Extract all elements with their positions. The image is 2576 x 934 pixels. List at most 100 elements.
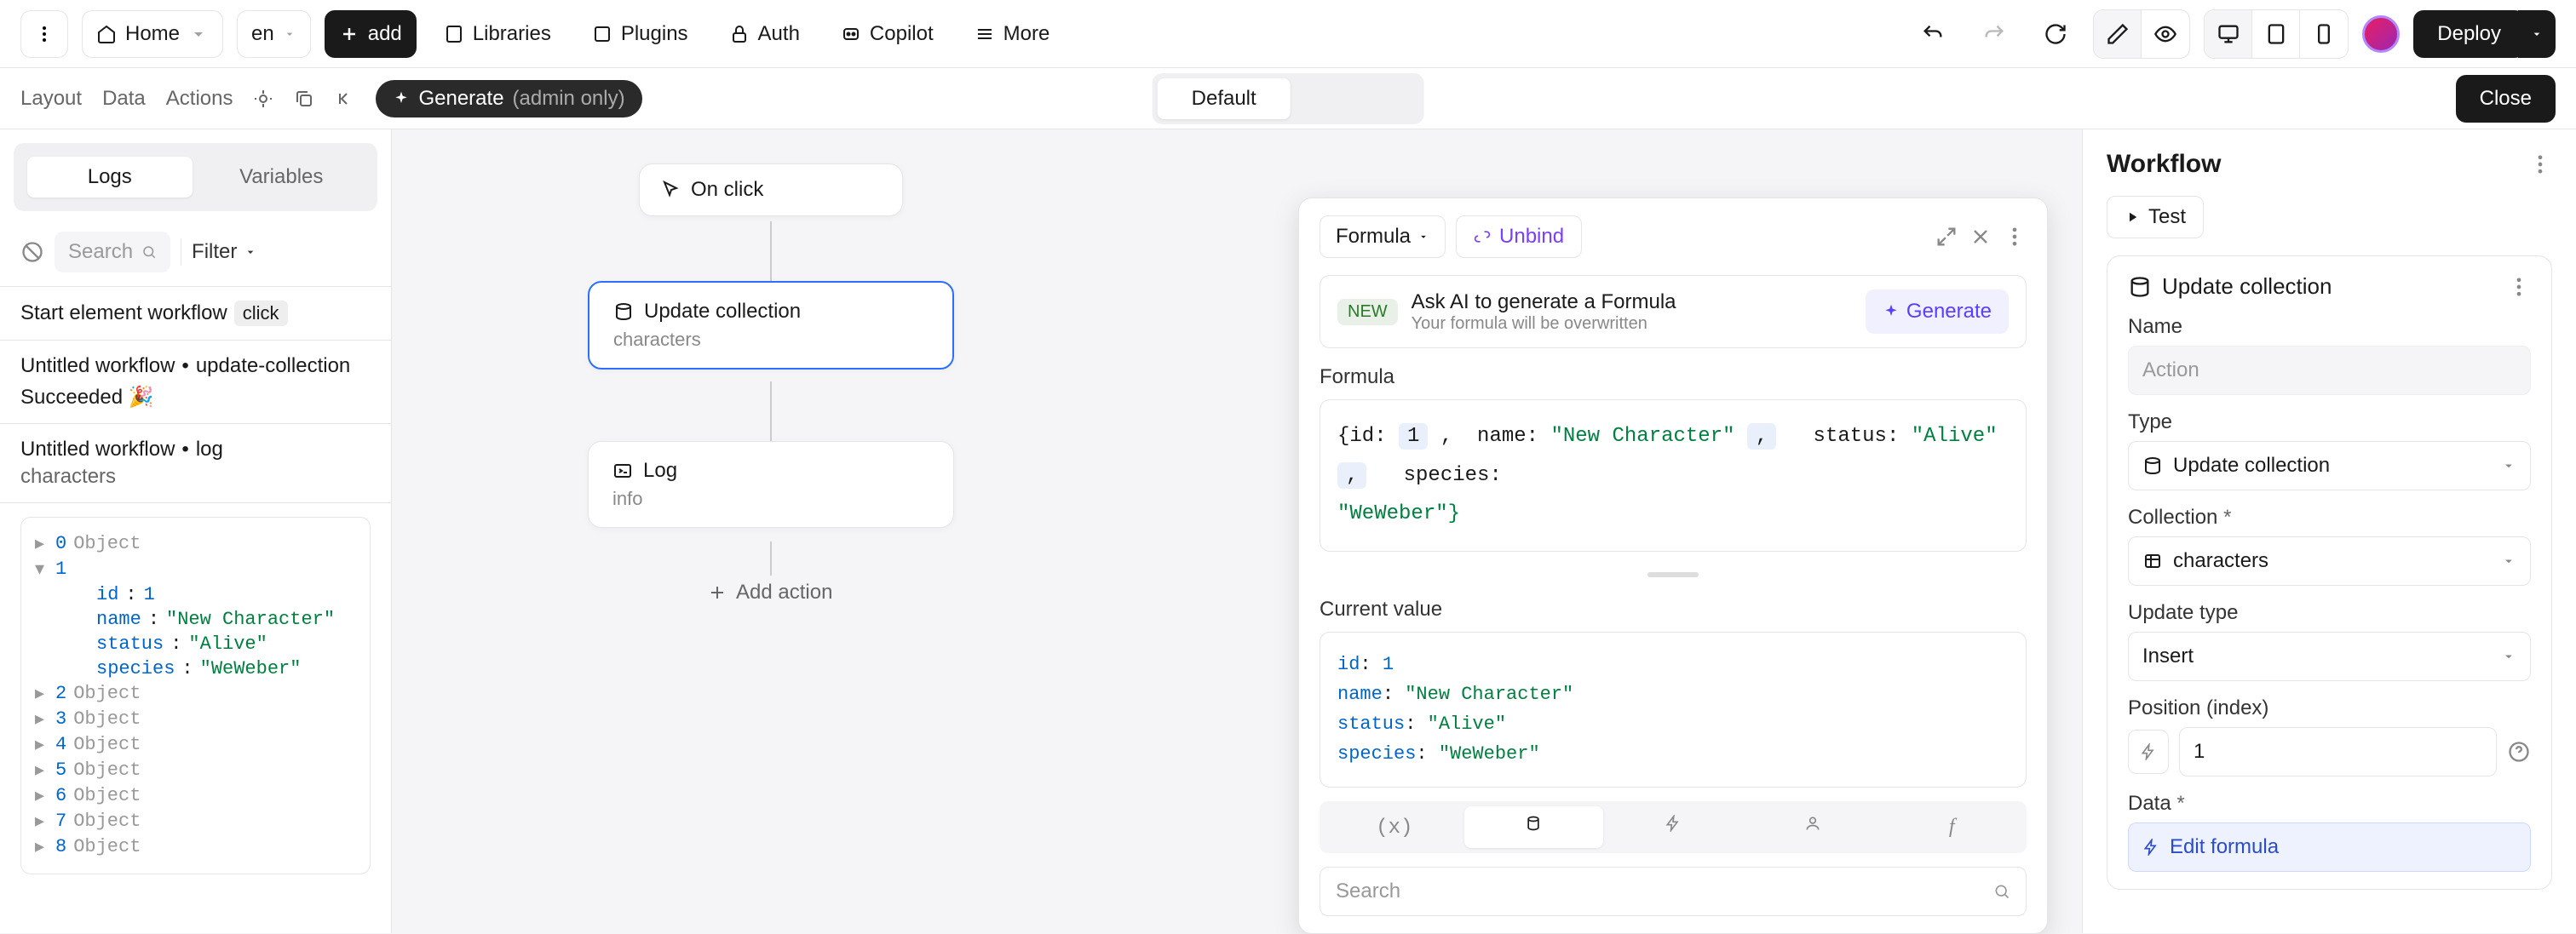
desktop-button[interactable] [2205, 10, 2252, 58]
node-log[interactable]: Log info [588, 441, 954, 528]
resize-handle[interactable] [1647, 572, 1699, 577]
close-button[interactable]: Close [2456, 75, 2556, 123]
new-badge: NEW [1337, 299, 1398, 325]
tab-actions[interactable]: Actions [166, 87, 233, 111]
copilot-button[interactable]: Copilot [827, 10, 947, 58]
current-value-box: id: 1 name: "New Character" status: "Ali… [1320, 632, 2027, 788]
popup-search-input[interactable]: Search [1320, 867, 2027, 916]
home-button[interactable]: Home [82, 10, 223, 58]
avatar[interactable] [2362, 15, 2400, 53]
tab-function[interactable]: f [1882, 806, 2021, 848]
edit-mode-button[interactable] [2094, 10, 2142, 58]
generate-button[interactable]: Generate [1866, 289, 2009, 334]
more-button[interactable]: More [961, 10, 1064, 58]
tab-logs[interactable]: Logs [27, 157, 193, 198]
unbind-button[interactable]: Unbind [1456, 215, 1582, 258]
deploy-button[interactable]: Deploy [2413, 10, 2525, 58]
generate-chip[interactable]: Generate (admin only) [376, 80, 641, 117]
deploy-options-button[interactable] [2518, 10, 2556, 58]
undo-button[interactable] [1909, 10, 1957, 58]
puzzle-icon [592, 24, 612, 44]
tree-row[interactable]: ▸7 Object [35, 809, 356, 834]
database-icon [1525, 815, 1542, 832]
dots-vertical-icon[interactable] [2528, 152, 2552, 176]
mobile-button[interactable] [2300, 10, 2348, 58]
auth-button[interactable]: Auth [716, 10, 814, 58]
tree-row[interactable]: ▸8 Object [35, 834, 356, 860]
tree-row[interactable]: ▸0 Object [35, 531, 356, 557]
tab-layout[interactable]: Layout [20, 87, 82, 111]
formula-editor[interactable]: {id: 1 , name: "New Character" , status:… [1320, 399, 2027, 552]
database-icon [2128, 275, 2152, 299]
left-sidebar-tabs: Logs Variables [14, 143, 377, 211]
search-icon [1993, 883, 2010, 900]
tab-variables[interactable]: (x) [1325, 806, 1464, 848]
device-group [2204, 9, 2349, 59]
log-section-start[interactable]: Start element workflow click [0, 287, 391, 341]
add-label: add [368, 22, 402, 46]
add-action-button[interactable]: Add action [707, 581, 832, 605]
copy-icon[interactable] [294, 89, 314, 109]
name-input[interactable]: Action [2128, 346, 2531, 395]
plugins-label: Plugins [621, 22, 688, 46]
refresh-button[interactable] [2032, 10, 2079, 58]
edit-formula-button[interactable]: Edit formula [2128, 822, 2531, 872]
position-input[interactable]: 1 [2179, 727, 2497, 776]
test-button[interactable]: Test [2107, 196, 2204, 238]
tree-row[interactable]: ▸5 Object [35, 758, 356, 783]
tree-row[interactable]: ▸4 Object [35, 732, 356, 758]
cursor-icon [660, 180, 681, 200]
tab-data[interactable]: Data [102, 87, 146, 111]
workflow-canvas[interactable]: On click Update collection characters Lo… [392, 129, 2082, 933]
lock-icon [729, 24, 750, 44]
tree-row[interactable]: ▸3 Object [35, 707, 356, 732]
tab-variables[interactable]: Variables [199, 157, 365, 198]
position-fx-button[interactable] [2128, 730, 2169, 774]
segment-default[interactable]: Default [1158, 78, 1291, 119]
tablet-icon [2264, 22, 2288, 46]
search-input[interactable]: Search [55, 232, 170, 272]
tree-row: name: "New Character" [35, 607, 356, 632]
log-section-update[interactable]: Untitled workflow • update-collection Su… [0, 341, 391, 424]
tree-row[interactable]: ▸6 Object [35, 783, 356, 809]
segment-other[interactable] [1294, 78, 1419, 119]
libraries-button[interactable]: Libraries [430, 10, 565, 58]
bug-icon[interactable] [253, 89, 273, 109]
tree-row[interactable]: ▾1 [35, 557, 356, 582]
desktop-icon [2217, 22, 2240, 46]
menu-button[interactable] [20, 10, 68, 58]
preview-mode-button[interactable] [2142, 10, 2189, 58]
tab-user[interactable] [1743, 806, 1883, 848]
dots-vertical-icon[interactable] [2507, 275, 2531, 299]
tablet-button[interactable] [2252, 10, 2300, 58]
add-button[interactable]: add [325, 10, 417, 58]
language-button[interactable]: en [237, 10, 311, 58]
tab-collection[interactable] [1464, 806, 1604, 848]
name-label: Name [2128, 315, 2531, 339]
dots-vertical-icon[interactable] [2003, 225, 2027, 249]
log-tree: ▸0 Object ▾1 id: 1 name: "New Character"… [0, 503, 391, 933]
collection-select[interactable]: characters [2128, 536, 2531, 586]
node-update-collection[interactable]: Update collection characters [588, 281, 954, 370]
token-comma[interactable]: , [1337, 462, 1366, 489]
filter-button[interactable]: Filter [192, 240, 257, 264]
collapse-left-icon[interactable] [335, 89, 355, 109]
formula-mode-select[interactable]: Formula [1320, 215, 1446, 258]
help-icon[interactable] [2507, 740, 2531, 764]
close-icon[interactable] [1969, 225, 1992, 249]
token-id[interactable]: 1 [1399, 423, 1428, 450]
expand-icon[interactable] [1935, 225, 1958, 249]
node-on-click[interactable]: On click [639, 163, 903, 216]
log-section-log[interactable]: Untitled workflow • log characters [0, 424, 391, 503]
bolt-icon [2142, 839, 2159, 856]
tab-actions[interactable] [1603, 806, 1743, 848]
ban-icon[interactable] [20, 240, 44, 264]
tree-row[interactable]: ▸2 Object [35, 681, 356, 707]
node-on-click-label: On click [691, 178, 763, 202]
token-comma[interactable]: , [1747, 423, 1776, 450]
redo-button[interactable] [1970, 10, 2018, 58]
mobile-icon [2312, 22, 2336, 46]
update-type-select[interactable]: Insert [2128, 632, 2531, 681]
type-select[interactable]: Update collection [2128, 441, 2531, 490]
plugins-button[interactable]: Plugins [578, 10, 702, 58]
